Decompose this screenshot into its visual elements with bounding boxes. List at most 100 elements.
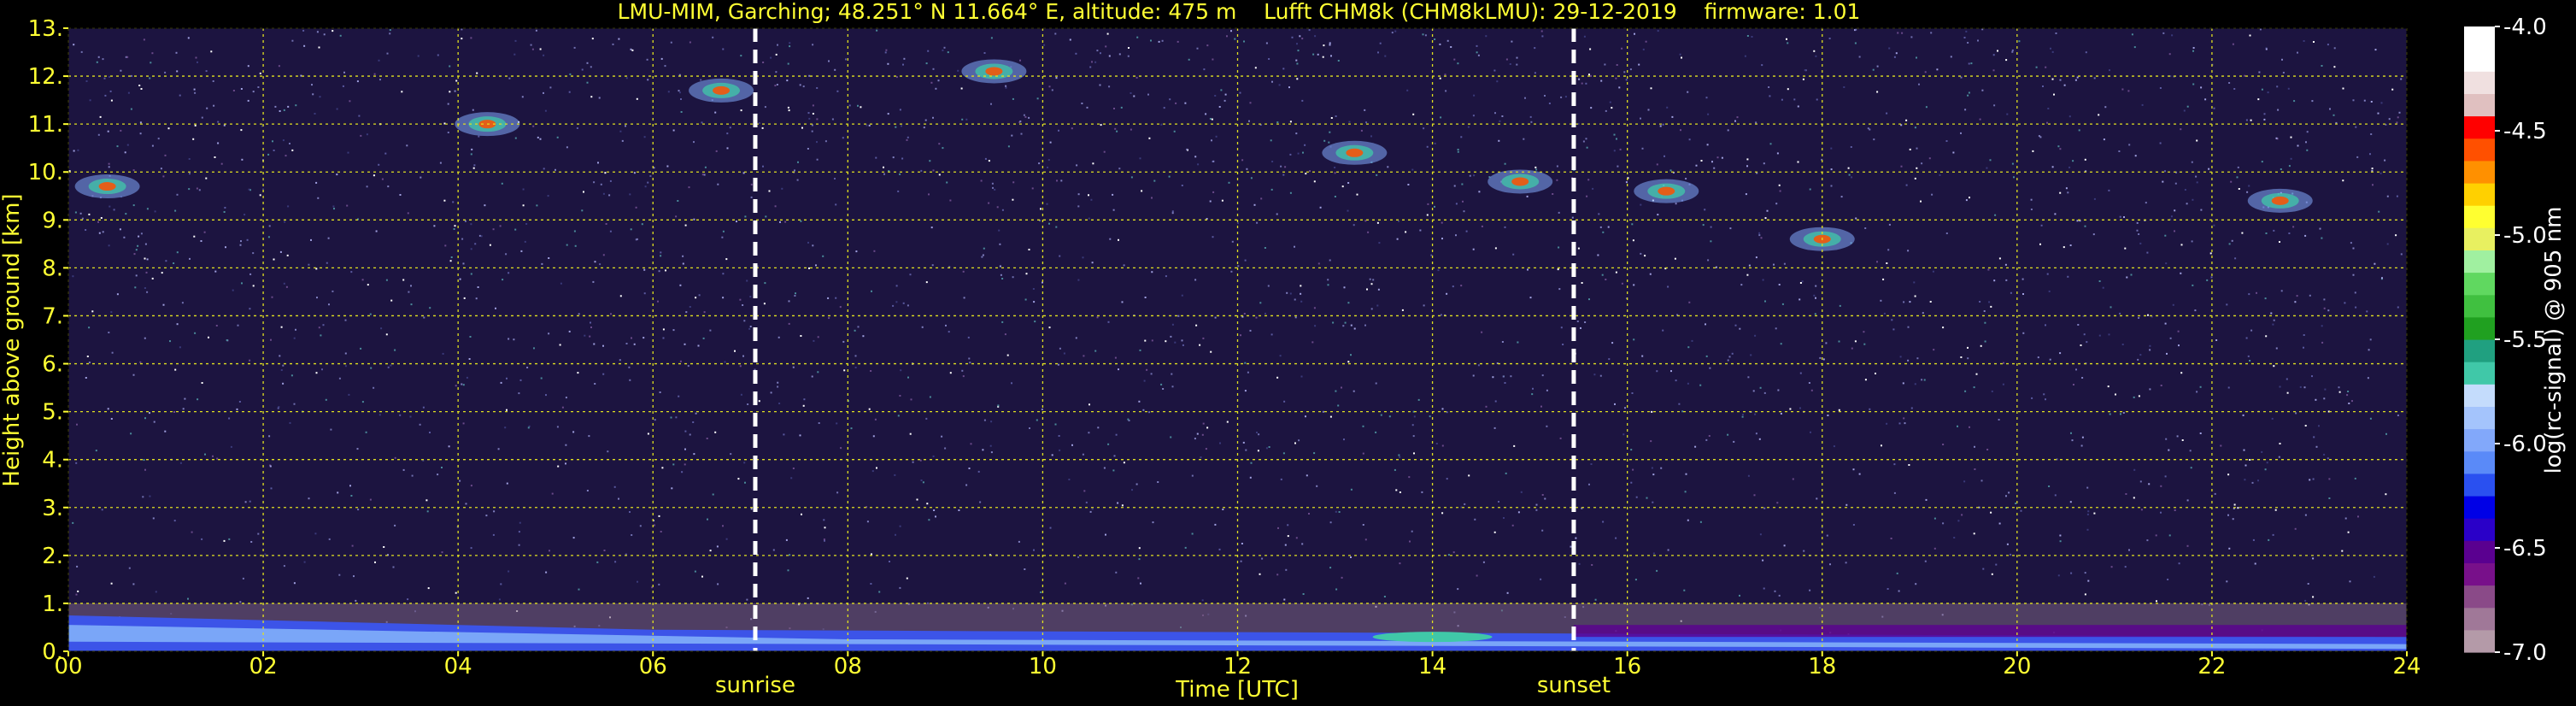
noise-speck xyxy=(1467,126,1470,128)
noise-speck xyxy=(2030,198,2033,201)
noise-speck xyxy=(1115,433,1118,436)
noise-speck xyxy=(1739,327,1741,330)
noise-speck xyxy=(1640,252,1642,255)
noise-speck xyxy=(1505,58,1508,61)
noise-speck xyxy=(2274,509,2277,511)
noise-speck xyxy=(1793,98,1796,101)
noise-speck xyxy=(2139,480,2142,483)
noise-speck xyxy=(2080,444,2083,447)
noise-speck xyxy=(383,546,385,548)
noise-speck xyxy=(1012,198,1014,201)
noise-speck xyxy=(514,228,517,231)
noise-speck xyxy=(1265,447,1268,450)
noise-speck xyxy=(1556,179,1558,181)
noise-speck xyxy=(2075,368,2077,371)
noise-speck xyxy=(1116,130,1118,132)
noise-speck xyxy=(1177,40,1179,43)
noise-speck xyxy=(429,432,431,433)
noise-speck xyxy=(902,63,904,66)
noise-speck xyxy=(2049,358,2051,361)
noise-speck xyxy=(1914,295,1916,297)
noise-speck xyxy=(1905,119,1908,121)
noise-speck xyxy=(1005,85,1007,87)
noise-speck xyxy=(1001,321,1004,323)
noise-speck xyxy=(827,297,830,299)
noise-speck xyxy=(1799,282,1802,284)
noise-speck xyxy=(2069,244,2072,246)
noise-speck xyxy=(1118,53,1121,56)
noise-speck xyxy=(369,313,372,315)
noise-speck xyxy=(152,517,155,520)
noise-speck xyxy=(273,150,275,151)
noise-speck xyxy=(1615,77,1617,79)
noise-speck xyxy=(2051,78,2054,80)
noise-speck xyxy=(1624,407,1626,409)
noise-speck xyxy=(1255,316,1258,319)
noise-speck xyxy=(1439,43,1441,45)
noise-speck xyxy=(1968,62,1970,65)
noise-speck xyxy=(2292,226,2295,228)
noise-speck xyxy=(2328,497,2331,499)
noise-speck xyxy=(1809,589,1811,591)
noise-speck xyxy=(586,62,589,64)
noise-speck xyxy=(2192,50,2194,52)
noise-speck xyxy=(1965,30,1968,32)
noise-speck xyxy=(1455,203,1458,205)
noise-speck xyxy=(933,509,936,511)
noise-speck xyxy=(1089,66,1092,68)
noise-speck xyxy=(107,408,109,410)
noise-speck xyxy=(2357,515,2359,518)
noise-speck xyxy=(682,255,684,257)
noise-speck xyxy=(125,213,127,215)
noise-speck xyxy=(1986,449,1989,450)
noise-speck xyxy=(714,431,717,433)
noise-speck xyxy=(1136,36,1139,38)
noise-speck xyxy=(2265,335,2268,338)
noise-speck xyxy=(816,87,819,89)
noise-speck xyxy=(74,211,77,214)
noise-speck xyxy=(1258,433,1260,436)
noise-speck xyxy=(647,432,649,435)
noise-speck xyxy=(660,251,662,254)
noise-speck xyxy=(1494,400,1497,403)
noise-speck xyxy=(1808,382,1810,384)
noise-speck xyxy=(739,298,742,301)
evening-layer xyxy=(1573,625,2407,638)
noise-speck xyxy=(149,412,150,415)
noise-speck xyxy=(1855,217,1857,220)
noise-speck xyxy=(2146,539,2149,542)
noise-speck xyxy=(1558,246,1560,249)
noise-speck xyxy=(923,126,925,129)
noise-speck xyxy=(1585,138,1587,140)
noise-speck xyxy=(693,141,695,144)
noise-speck xyxy=(381,178,384,180)
noise-speck xyxy=(1752,390,1755,392)
noise-speck xyxy=(2356,156,2359,158)
noise-speck xyxy=(2263,113,2266,115)
noise-speck xyxy=(475,297,478,300)
noise-speck xyxy=(1891,319,1893,321)
noise-speck xyxy=(1611,342,1614,344)
noise-speck xyxy=(1031,187,1034,190)
noise-speck xyxy=(2164,170,2166,173)
noise-speck xyxy=(544,109,547,112)
noise-speck xyxy=(1541,529,1544,532)
noise-speck xyxy=(1242,441,1245,444)
noise-speck xyxy=(252,285,255,287)
noise-speck xyxy=(932,68,935,70)
noise-speck xyxy=(775,53,777,56)
noise-speck xyxy=(695,297,697,299)
noise-speck xyxy=(449,260,452,262)
noise-speck xyxy=(2048,290,2051,292)
noise-speck xyxy=(2304,234,2307,237)
noise-speck xyxy=(500,381,502,384)
noise-speck xyxy=(1736,116,1739,119)
noise-speck xyxy=(2220,444,2222,447)
noise-speck xyxy=(593,343,596,345)
noise-speck xyxy=(2200,86,2203,89)
noise-speck xyxy=(224,207,226,209)
noise-speck xyxy=(1265,312,1266,315)
noise-speck xyxy=(1248,120,1250,122)
noise-speck xyxy=(1350,488,1353,491)
noise-speck xyxy=(657,300,659,303)
